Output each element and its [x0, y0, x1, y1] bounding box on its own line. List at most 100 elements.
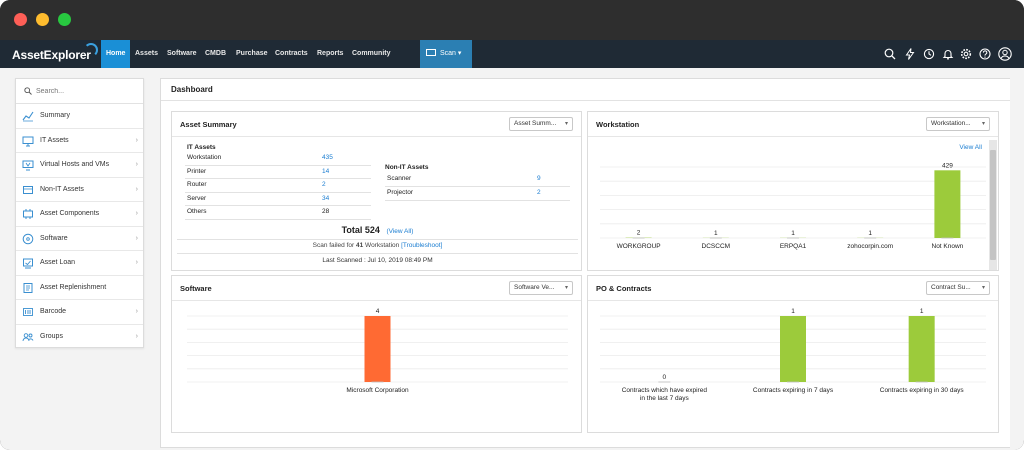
it-asset-label: Server: [187, 194, 207, 202]
history-icon[interactable]: [923, 48, 935, 60]
nav-reports[interactable]: Reports: [317, 40, 343, 68]
sidebar-item-summary[interactable]: Summary: [16, 104, 143, 129]
workstation-view-all-link[interactable]: View All: [959, 144, 982, 151]
it-asset-label: Workstation: [187, 154, 222, 161]
sidebar-item-label: Groups: [40, 332, 63, 340]
sidebar-item-label: IT Assets: [40, 136, 69, 144]
nav-contracts[interactable]: Contracts: [275, 40, 308, 68]
workstation-scrollbar[interactable]: [989, 140, 997, 270]
workstation-select[interactable]: Workstation... ▾: [926, 117, 990, 131]
chart-bar[interactable]: [934, 170, 961, 238]
it-asset-count[interactable]: 435: [322, 154, 333, 161]
po-contracts-select[interactable]: Contract Su... ▾: [926, 281, 990, 295]
x-axis-label: Contracts expiring in 30 days: [880, 387, 965, 394]
chevron-down-icon: ▾: [457, 50, 462, 57]
close-window-button[interactable]: [14, 13, 27, 26]
it-asset-count[interactable]: 14: [322, 168, 329, 175]
chart-bar[interactable]: [908, 316, 935, 382]
sidebar-item-it-assets[interactable]: IT Assets ›: [16, 129, 143, 153]
software-chart: 4 Microsoft Corporation: [187, 308, 568, 394]
software-title: Software: [180, 284, 212, 293]
virtual-monitor-icon: [22, 159, 34, 171]
sidebar-item-software[interactable]: Software ›: [16, 227, 143, 251]
search-icon[interactable]: [884, 48, 896, 60]
row-divider: [385, 200, 570, 201]
chevron-down-icon: ▾: [564, 285, 568, 291]
sidebar-item-label: Asset Components: [40, 210, 100, 217]
sidebar-item-non-it-assets[interactable]: Non-IT Assets ›: [16, 178, 143, 202]
sidebar-search-input[interactable]: [36, 85, 136, 98]
nav-community[interactable]: Community: [352, 40, 391, 68]
sidebar-item-asset-loan[interactable]: Asset Loan ›: [16, 251, 143, 276]
help-icon[interactable]: [979, 48, 991, 60]
nav-assets[interactable]: Assets: [135, 40, 158, 68]
row-divider: [185, 191, 371, 193]
scan-failed-line: Scan failed for 41 Workstation [Troubles…: [312, 242, 443, 249]
sidebar-item-label: Asset Replenishment: [40, 283, 107, 291]
non-it-assets-header: Non-IT Assets: [385, 164, 429, 171]
sidebar-item-barcode[interactable]: Barcode ›: [16, 300, 143, 325]
search-icon: [24, 87, 32, 95]
chevron-down-icon: ▾: [564, 121, 568, 127]
bar-value-label: 1: [868, 230, 872, 237]
it-asset-count[interactable]: 2: [322, 181, 326, 188]
it-asset-count: 28: [322, 208, 330, 215]
non-it-asset-count[interactable]: 9: [537, 175, 541, 182]
monitor-icon: [22, 135, 34, 147]
it-asset-label: Router: [187, 181, 207, 188]
user-icon[interactable]: [998, 47, 1012, 61]
bar-value-label: 0: [663, 374, 667, 381]
x-axis-label: Contracts expiring in 7 days: [753, 387, 834, 394]
bar-value-label: 4: [376, 308, 380, 315]
chevron-right-icon: ›: [135, 161, 138, 168]
nav-home[interactable]: Home: [101, 40, 131, 68]
it-asset-count[interactable]: 34: [322, 195, 329, 202]
software-select[interactable]: Software Ve... ▾: [509, 281, 573, 295]
title-bar: [0, 0, 1024, 40]
sidebar-item-label: Software: [40, 234, 68, 242]
app-logo[interactable]: AssetExplorer: [12, 48, 91, 62]
chart-bar[interactable]: [364, 316, 391, 382]
sidebar-item-label: Non-IT Assets: [40, 185, 84, 193]
sidebar-item-label: Asset Loan: [40, 259, 76, 266]
page-scrollbar[interactable]: [1010, 68, 1018, 450]
asset-summary-select[interactable]: Asset Summ... ▾: [509, 117, 573, 131]
x-axis-label-line: Contracts expiring in 30 days: [880, 387, 965, 394]
nav-software[interactable]: Software: [167, 40, 197, 68]
loan-icon: [22, 257, 34, 269]
chevron-right-icon: ›: [135, 210, 138, 217]
row-divider: [185, 164, 371, 166]
total-label: Total 524: [341, 225, 380, 235]
total-line: Total 524 (View All): [172, 225, 583, 235]
troubleshoot-link[interactable]: [Troubleshoot]: [401, 242, 442, 249]
lightning-icon[interactable]: [904, 48, 916, 60]
sidebar-item-asset-replenishment[interactable]: Asset Replenishment: [16, 276, 143, 300]
maximize-window-button[interactable]: [58, 13, 71, 26]
nav-purchase[interactable]: Purchase: [236, 40, 268, 68]
chevron-right-icon: ›: [135, 259, 138, 266]
x-axis-label-line: in the last 7 days: [640, 395, 690, 402]
po-contracts-title: PO & Contracts: [596, 284, 652, 293]
box-icon: [22, 184, 34, 196]
scan-button[interactable]: Scan ▾: [420, 40, 472, 68]
nav-cmdb[interactable]: CMDB: [205, 40, 226, 68]
sidebar-item-virtual-hosts-and-vms[interactable]: Virtual Hosts and VMs ›: [16, 153, 143, 178]
x-axis-label-line: Contracts expiring in 7 days: [753, 387, 834, 394]
software-panel: Software Software Ve... ▾ 4 Microsoft Corp…: [171, 275, 582, 433]
non-it-asset-count[interactable]: 2: [537, 189, 541, 196]
non-it-asset-label: Projector: [387, 189, 414, 196]
bell-icon[interactable]: [942, 48, 954, 60]
sidebar-item-groups[interactable]: Groups ›: [16, 325, 143, 349]
chevron-right-icon: ›: [135, 185, 138, 193]
x-axis-label: WORKGROUP: [617, 243, 661, 250]
row-divider: [385, 186, 570, 187]
gear-icon[interactable]: [960, 48, 972, 60]
sidebar-search: [16, 79, 143, 104]
chart-bar[interactable]: [780, 316, 806, 382]
view-all-assets-link[interactable]: (View All): [386, 228, 413, 235]
sidebar-item-asset-components[interactable]: Asset Components ›: [16, 202, 143, 227]
minimize-window-button[interactable]: [36, 13, 49, 26]
chevron-right-icon: ›: [135, 136, 138, 144]
top-navbar: AssetExplorer Home Assets Software CMDB …: [0, 40, 1024, 68]
sidebar: SummaryIT Assets›Virtual Hosts and VMs›N…: [15, 78, 144, 349]
